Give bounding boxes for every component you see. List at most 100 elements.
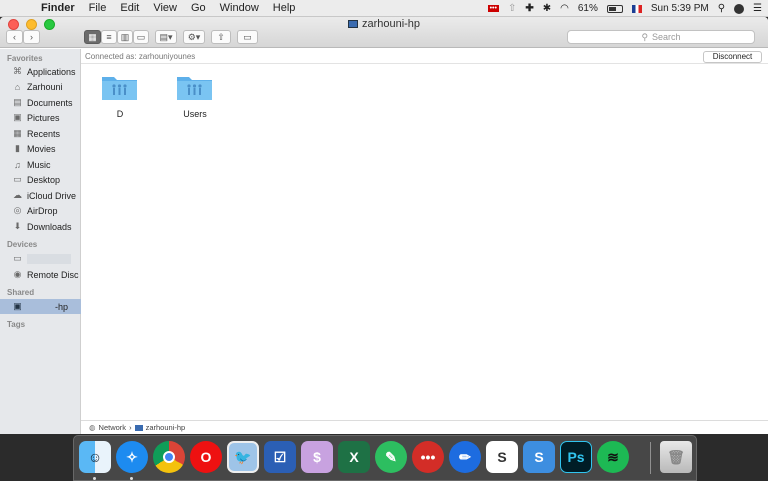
recents-icon: ▦ xyxy=(13,128,22,138)
gear-icon: ⚙▾ xyxy=(187,31,201,42)
siri-icon[interactable] xyxy=(734,3,745,14)
dock-slack-icon[interactable]: S xyxy=(486,441,518,473)
lastpass-status-icon[interactable]: ••• xyxy=(487,5,499,12)
folder-d[interactable]: D xyxy=(90,71,150,121)
sidebar-item-applications[interactable]: ⌘ Applications xyxy=(0,64,81,79)
finder-window: zarhouni-hp ‹ › ▦ ≡ ▥ ▭ ▤▾ ⚙▾ ⇧ ▭ ⚲ Sear… xyxy=(0,17,768,434)
sidebar-item-remote-disc[interactable]: ◉ Remote Disc xyxy=(0,267,81,282)
group-button[interactable]: ▤▾ xyxy=(155,30,177,44)
path-item-network[interactable]: Network xyxy=(99,423,127,432)
running-indicator xyxy=(93,477,96,480)
sidebar-item-downloads[interactable]: ⬇ Downloads xyxy=(0,219,81,234)
dock-lastpass-icon[interactable]: ••• xyxy=(412,441,444,473)
sidebar-item-shared-hp[interactable]: ▣ -hp xyxy=(0,299,81,314)
network-icon: ◍ xyxy=(89,423,96,432)
column-view-button[interactable]: ▥ xyxy=(117,30,133,44)
dock-trash-icon[interactable]: 🗑 xyxy=(660,441,692,473)
dock-snagit-icon[interactable]: S xyxy=(523,441,555,473)
documents-icon: ▤ xyxy=(13,97,22,107)
search-field[interactable]: ⚲ Search xyxy=(567,30,755,44)
wifi-icon[interactable]: ◠ xyxy=(560,3,569,14)
sidebar-item-airdrop[interactable]: ◎ AirDrop xyxy=(0,203,81,218)
share-icon: ⇧ xyxy=(217,31,225,42)
pictures-icon: ▣ xyxy=(13,112,22,122)
dock-evernote-icon[interactable]: ✎ xyxy=(375,441,407,473)
spotlight-search-icon[interactable]: ⚲ xyxy=(718,3,725,14)
flag-icon[interactable] xyxy=(631,4,642,13)
share-button[interactable]: ⇧ xyxy=(211,30,231,44)
menu-view[interactable]: View xyxy=(146,2,184,14)
sidebar-item-icloud-drive[interactable]: ☁ iCloud Drive xyxy=(0,188,81,203)
home-icon: ⌂ xyxy=(14,81,21,92)
downloads-icon: ⬇ xyxy=(13,221,22,231)
dock-finder-icon[interactable]: ☺ xyxy=(79,441,111,473)
computer-icon xyxy=(134,424,143,431)
sidebar-item-desktop[interactable]: ▭ Desktop xyxy=(0,172,81,187)
airdrop-icon: ◎ xyxy=(13,205,22,215)
music-icon: ♫ xyxy=(14,159,21,170)
list-icon: ≡ xyxy=(106,32,112,42)
search-placeholder: Search xyxy=(652,32,681,42)
menu-finder[interactable]: Finder xyxy=(34,2,82,14)
connection-bar: Connected as: zarhouniyounes Disconnect xyxy=(81,49,768,64)
path-item-computer[interactable]: zarhouni-hp xyxy=(146,423,186,432)
sidebar-header-tags: Tags xyxy=(7,320,26,329)
dock-tasks-icon[interactable]: ☑ xyxy=(264,441,296,473)
battery-icon[interactable] xyxy=(606,4,623,13)
title-bar: zarhouni-hp ‹ › ▦ ≡ ▥ ▭ ▤▾ ⚙▾ ⇧ ▭ ⚲ Sear… xyxy=(0,17,768,48)
sidebar-item-music[interactable]: ♫ Music xyxy=(0,157,81,172)
back-button[interactable]: ‹ xyxy=(6,30,23,44)
sidebar-item-movies[interactable]: ▮ Movies xyxy=(0,141,81,156)
upload-status-icon[interactable]: ⇧ xyxy=(508,3,516,14)
sidebar-item-pictures[interactable]: ▣ Pictures xyxy=(0,110,81,125)
sidebar-header-devices: Devices xyxy=(7,240,38,249)
icon-view-button[interactable]: ▦ xyxy=(84,30,101,44)
menubar-clock[interactable]: Sun 5:39 PM xyxy=(651,3,709,14)
dock-preview-icon[interactable]: 🐦 xyxy=(227,441,259,473)
dock: ☺ ✧ O 🐦 ☑ $ X ✎ ••• ✏ S S Ps ≋ 🗑 xyxy=(73,435,697,481)
chevron-right-icon: › xyxy=(30,32,33,42)
computer-icon xyxy=(347,20,358,28)
menu-help[interactable]: Help xyxy=(266,2,303,14)
list-view-button[interactable]: ≡ xyxy=(101,30,117,44)
sidebar-header-favorites: Favorites xyxy=(7,54,43,63)
dock-chrome-icon[interactable] xyxy=(153,441,185,473)
sidebar-item-home[interactable]: ⌂ Zarhouni xyxy=(0,79,81,94)
menu-file[interactable]: File xyxy=(82,2,114,14)
dock-excel-icon[interactable]: X xyxy=(338,441,370,473)
menu-bar: Finder File Edit View Go Window Help •••… xyxy=(0,0,768,17)
menu-go[interactable]: Go xyxy=(184,2,213,14)
grid-icon: ▦ xyxy=(88,31,97,42)
folder-label: D xyxy=(116,109,124,119)
shared-folder-icon xyxy=(177,77,212,100)
computer-icon: ▣ xyxy=(13,301,22,311)
dock-pencil-icon[interactable]: ✏ xyxy=(449,441,481,473)
dock-coins-icon[interactable]: $ xyxy=(301,441,333,473)
gallery-view-button[interactable]: ▭ xyxy=(133,30,149,44)
bluetooth-icon[interactable]: ✱ xyxy=(543,3,551,14)
menu-window[interactable]: Window xyxy=(213,2,266,14)
dock-safari-icon[interactable]: ✧ xyxy=(116,441,148,473)
sidebar-item-documents[interactable]: ▤ Documents xyxy=(0,95,81,110)
dock-opera-icon[interactable]: O xyxy=(190,441,222,473)
search-icon: ⚲ xyxy=(641,31,649,42)
desktop-icon: ▭ xyxy=(13,174,22,184)
battery-percent[interactable]: 61% xyxy=(578,3,598,14)
chevron-left-icon: ‹ xyxy=(13,32,16,42)
action-button[interactable]: ⚙▾ xyxy=(183,30,205,44)
menu-extras: ••• ⇧ ✚ ✱ ◠ 61% Sun 5:39 PM ⚲ ☰ xyxy=(487,0,762,17)
sidebar-item-laptop[interactable]: ▭ xyxy=(0,251,81,266)
dock-spotify-icon[interactable]: ≋ xyxy=(597,441,629,473)
applications-icon: ⌘ xyxy=(13,66,22,76)
forward-button[interactable]: › xyxy=(23,30,40,44)
menu-edit[interactable]: Edit xyxy=(113,2,146,14)
notification-center-icon[interactable]: ☰ xyxy=(753,3,762,14)
dock-photoshop-icon[interactable]: Ps xyxy=(560,441,592,473)
gallery-icon: ▭ xyxy=(136,31,146,42)
tags-button[interactable]: ▭ xyxy=(237,30,258,44)
sidebar-item-recents[interactable]: ▦ Recents xyxy=(0,126,81,141)
folder-users[interactable]: Users xyxy=(165,71,225,121)
plus-status-icon[interactable]: ✚ xyxy=(525,3,533,14)
running-indicator xyxy=(130,477,133,480)
disconnect-button[interactable]: Disconnect xyxy=(703,51,762,63)
